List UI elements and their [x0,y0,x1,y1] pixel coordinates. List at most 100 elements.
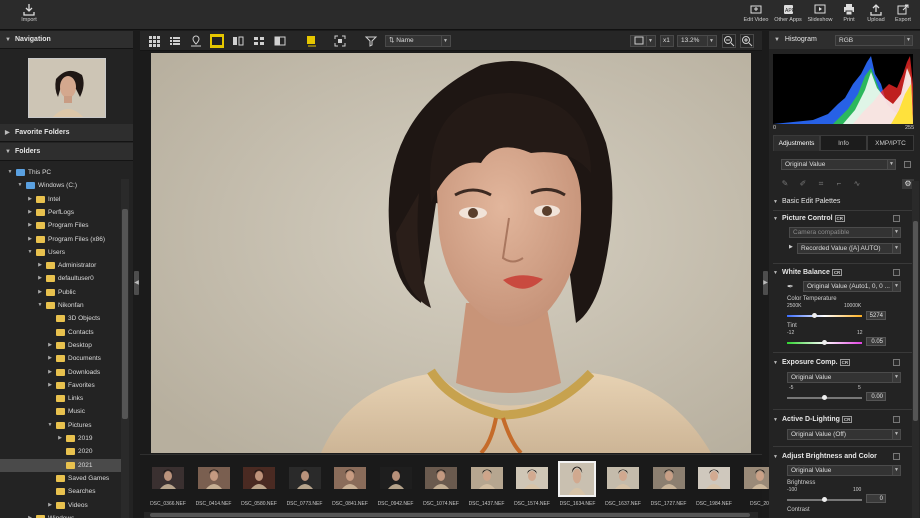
upload-button[interactable]: Upload [861,2,891,28]
brightness-input[interactable]: 0 [866,494,886,503]
favorite-folders-header[interactable]: ▶ Favorite Folders [0,124,133,142]
filmstrip-thumbnail[interactable]: DSC_0366.NEF [148,461,188,507]
filmstrip-thumbnail[interactable]: DSC_0580.NEF [239,461,279,507]
crop-icon[interactable]: ⌐ [833,179,845,189]
exposure-input[interactable]: 0.00 [866,392,886,401]
white-balance-dropdown[interactable]: Original Value (Auto1, 0, 0 ... ▼ [803,281,901,292]
adjustment-preset-dropdown[interactable]: Original Value ▼ [781,159,896,170]
scrollbar-thumb[interactable] [913,221,918,421]
folder-tree-scrollbar[interactable] [121,179,129,518]
quad-view-button[interactable] [252,34,266,48]
white-balance-checkbox[interactable] [893,269,900,276]
collapse-right-icon[interactable]: ▶ [763,271,768,295]
expand-icon[interactable]: ▶ [36,286,44,299]
collapse-icon[interactable]: ▼ [46,419,54,432]
red-eye-icon[interactable]: ∿ [851,179,863,189]
d-lighting-checkbox[interactable] [893,416,900,423]
expand-icon[interactable]: ▶ [26,193,34,206]
scrollbar-thumb[interactable] [122,209,128,419]
thumbnail-grid-button[interactable] [147,34,161,48]
folder-tree-item[interactable]: ▶ 2019 [0,432,122,445]
map-button[interactable] [189,34,203,48]
expand-icon[interactable]: ▶ [26,512,34,518]
retouch-brush-icon[interactable]: ✎ [779,179,791,189]
brightness-color-checkbox[interactable] [893,453,900,460]
picture-control-header[interactable]: ▼ Picture Control CR [773,212,911,225]
tint-input[interactable]: 0.05 [866,337,886,346]
filmstrip-thumbnail[interactable]: DSC_1637.NEF [603,461,643,507]
export-button[interactable]: Export [888,2,918,28]
folder-tree-item[interactable]: ▶ Downloads [0,366,122,379]
d-lighting-dropdown[interactable]: Original Value (Off) ▼ [787,429,901,440]
navigation-header[interactable]: ▼ Navigation [0,31,133,49]
folder-tree-item[interactable]: Searches [0,485,122,498]
adjustments-scrollbar[interactable] [912,181,919,518]
expand-icon[interactable]: ▶ [56,432,64,445]
expand-icon[interactable]: ▶ [46,499,54,512]
scrollbar-thumb[interactable] [150,513,750,517]
folder-tree-item[interactable]: ▶ Program Files [0,219,122,232]
expand-icon[interactable]: ▶ [46,379,54,392]
slider-knob[interactable] [822,497,827,502]
folder-tree-item[interactable]: ▶ Videos [0,499,122,512]
fit-mode-dropdown[interactable]: ▼ [630,35,656,47]
collapse-icon[interactable]: ▼ [6,166,14,179]
filmstrip-thumbnail[interactable]: DSC_1984.NEF [694,461,734,507]
white-balance-header[interactable]: ▼ White Balance CR [773,266,911,279]
edit-video-button[interactable]: Edit Video [741,2,771,28]
folder-tree-item[interactable]: ▶ Windows [0,512,122,518]
import-button[interactable]: Import [14,2,44,28]
right-splitter[interactable]: ▶ [762,31,769,518]
filmstrip-thumbnail[interactable]: DSC_0414.NEF [194,461,234,507]
basic-edit-header[interactable]: ▼ Basic Edit Palettes [773,195,911,208]
expand-icon[interactable]: ▶ [26,233,34,246]
folder-tree-item[interactable]: ▶ Intel [0,193,122,206]
tab-xmp-iptc[interactable]: XMP/IPTC [867,135,914,151]
brightness-color-dropdown[interactable]: Original Value ▼ [787,465,901,476]
color-temperature-slider[interactable] [787,315,862,317]
picture-control-compat-dropdown[interactable]: Camera compatible ▼ [789,227,901,238]
filmstrip-thumbnail[interactable]: DSC_0942.NEF [376,461,416,507]
print-button[interactable]: Print [834,2,864,28]
folder-tree-item[interactable]: Music [0,405,122,418]
folder-tree-item[interactable]: ▶ defaultuser0 [0,272,122,285]
tab-adjustments[interactable]: Adjustments [773,135,820,151]
exposure-header[interactable]: ▼ Exposure Comp. CR [773,356,911,369]
folder-tree-item[interactable]: ▼ Users [0,246,122,259]
exposure-dropdown[interactable]: Original Value ▼ [787,372,901,383]
expand-icon[interactable]: ▶ [46,366,54,379]
filmstrip-scrollbar[interactable] [144,512,758,518]
preset-checkbox[interactable] [904,161,911,168]
slideshow-button[interactable]: Slideshow [805,2,835,28]
folder-tree-item[interactable]: 3D Objects [0,312,122,325]
color-temperature-input[interactable]: 5274 [866,311,886,320]
actual-size-button[interactable]: x1 [660,35,674,47]
filter-button[interactable] [364,34,378,48]
zoom-in-button[interactable] [740,34,754,48]
before-after-button[interactable] [273,34,287,48]
folder-tree-item[interactable]: 2020 [0,445,122,458]
single-image-view-button[interactable] [210,34,224,48]
filmstrip-thumbnail[interactable]: DSC_1727.NEF [649,461,689,507]
expand-icon[interactable]: ▶ [36,259,44,272]
filmstrip-thumbnail[interactable]: DSC_1634.NEF [557,461,598,507]
list-view-button[interactable] [168,34,182,48]
fit-focus-button[interactable] [333,34,347,48]
slider-knob[interactable] [822,395,827,400]
folder-tree-item[interactable]: 2021 [0,458,122,472]
picture-control-checkbox[interactable] [893,215,900,222]
brightness-color-header[interactable]: ▼ Adjust Brightness and Color [773,450,911,463]
folder-tree-item[interactable]: Contacts [0,326,122,339]
sort-dropdown[interactable]: ⇅ Name ▼ [385,35,451,47]
filmstrip-thumbnail[interactable]: DSC_1437.NEF [467,461,507,507]
compare-view-button[interactable] [231,34,245,48]
expand-icon[interactable]: ▶ [36,272,44,285]
folder-tree-item[interactable]: Links [0,392,122,405]
collapse-left-icon[interactable]: ◀ [134,271,139,295]
expand-icon[interactable]: ▶ [46,352,54,365]
folder-tree-item[interactable]: ▼ This PC [0,166,122,179]
eyedropper-icon[interactable]: ✒ [787,282,794,291]
expand-icon[interactable]: ▶ [26,219,34,232]
folder-tree-item[interactable]: Saved Games [0,472,122,485]
slider-knob[interactable] [822,340,827,345]
